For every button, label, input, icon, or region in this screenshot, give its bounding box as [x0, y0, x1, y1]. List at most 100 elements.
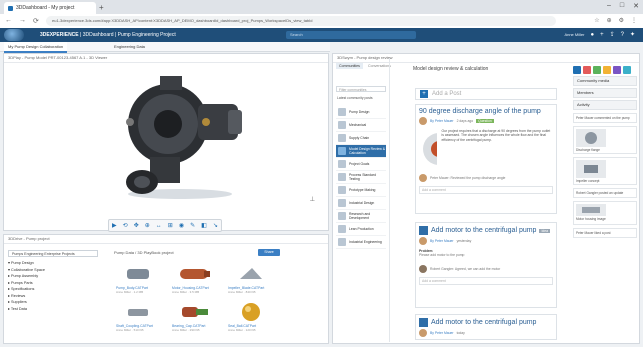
featured-label: Latest community posts	[337, 96, 373, 100]
community-item[interactable]: Industrial Design	[336, 197, 386, 210]
share-icon[interactable]: ⇪	[610, 31, 615, 38]
file-thumbnail[interactable]: Seal_Ball.CATPart Anne Miller · 120 KB	[228, 300, 274, 336]
settings-icon[interactable]: ⚙	[619, 17, 624, 24]
file-thumbnail[interactable]: Pump_Body.CATPart Anne Miller · 1.2 MB	[116, 262, 162, 298]
tab-communities[interactable]: Communities	[336, 63, 363, 69]
side-row-members[interactable]: Members	[573, 88, 637, 98]
post-card: Add motor to the centrifugal pump By Pet…	[415, 314, 557, 340]
pump-image[interactable]	[419, 129, 438, 169]
tab-title: 3DDashboard - My project	[16, 5, 75, 11]
media-card[interactable]: Impeller concept	[573, 157, 637, 185]
community-item[interactable]: Prototype Making	[336, 184, 386, 197]
post-title[interactable]: Add motor to the centrifugal pump	[431, 227, 536, 234]
comment-input[interactable]: Add a comment	[419, 277, 553, 285]
bookmark-star-icon[interactable]: ☆	[594, 17, 599, 24]
file-thumbnail[interactable]: Shaft_Coupling.CATPart Anne Miller · 510…	[116, 300, 162, 336]
community-item[interactable]: Project Goals	[336, 158, 386, 171]
explode-icon[interactable]: ↘	[213, 222, 218, 229]
new-tab-button[interactable]: +	[99, 3, 104, 12]
post-title[interactable]: 90 degree discharge angle of the pump	[419, 108, 553, 115]
media-card[interactable]: Discharge flange	[573, 126, 637, 154]
activity-card[interactable]: Peter Mauer commented on the pump	[573, 113, 637, 123]
zoom-icon[interactable]: ⊕	[145, 222, 150, 229]
side-row-media[interactable]: Community media	[573, 76, 637, 86]
user-name[interactable]: Anne Miller	[564, 32, 584, 37]
compass-icon[interactable]: ✦	[630, 31, 635, 38]
community-item[interactable]: Industrial Engineering	[336, 236, 386, 249]
color-swatches	[573, 66, 637, 74]
tab-pump-design[interactable]: My Pump Design Collaboration	[4, 42, 68, 53]
annotate-icon[interactable]: ✎	[190, 222, 195, 229]
swatch[interactable]	[593, 66, 601, 74]
brand-name: 3DEXPERIENCE	[40, 32, 79, 38]
rotate-icon[interactable]: ⟲	[123, 222, 128, 229]
activity-card[interactable]: Peter Mauer liked a post	[573, 228, 637, 238]
minimize-button[interactable]: –	[607, 2, 611, 10]
file-thumbnail[interactable]: Bearing_Cap.CATPart Anne Miller · 290 KB	[172, 300, 218, 336]
swatch[interactable]	[613, 66, 621, 74]
post-title[interactable]: Add motor to the centrifugal pump	[431, 319, 536, 326]
forward-icon[interactable]: →	[19, 17, 26, 25]
browser-tab[interactable]: 3DDashboard - My project	[4, 2, 96, 14]
post-author[interactable]: By Peter Mauer	[430, 239, 454, 243]
compass-logo[interactable]	[4, 29, 24, 41]
community-icon	[338, 186, 346, 194]
community-item[interactable]: Supply Chain	[336, 132, 386, 145]
community-item[interactable]: Lean Production	[336, 223, 386, 236]
app-search-input[interactable]: Search	[286, 31, 416, 39]
file-thumbnail[interactable]: Impeller_Blade.CATPart Anne Miller · 840…	[228, 262, 274, 298]
post-body: Please add motor to the pump	[419, 253, 465, 257]
bearing-cap-icon	[182, 307, 208, 317]
community-item[interactable]: Research and Development	[336, 210, 386, 223]
back-icon[interactable]: ←	[5, 17, 12, 25]
pan-icon[interactable]: ✥	[134, 222, 139, 229]
add-icon[interactable]: +	[600, 32, 604, 38]
view-icon[interactable]: ◧	[201, 222, 207, 229]
side-row-activity[interactable]: Activity	[573, 100, 637, 110]
avatar	[419, 237, 427, 245]
maximize-button[interactable]: □	[620, 2, 624, 10]
community-item-selected[interactable]: Model Design Review & Calculation	[336, 145, 386, 158]
close-button[interactable]: ✕	[633, 2, 639, 10]
community-item[interactable]: Mechanical	[336, 119, 386, 132]
sphere-icon	[242, 303, 260, 321]
community-item[interactable]: Process Standard Testing	[336, 171, 386, 184]
person-icon[interactable]: ●	[590, 32, 594, 38]
community-icon	[338, 160, 346, 168]
measure-icon[interactable]: ↔	[156, 223, 162, 229]
add-post-icon: +	[420, 90, 428, 98]
community-filter-input[interactable]: Filter communities	[336, 86, 386, 92]
file-thumbnail[interactable]: Motor_Housing.CATPart Anne Miller · 3.5 …	[172, 262, 218, 298]
swatch[interactable]	[603, 66, 611, 74]
play-icon[interactable]: ▶	[112, 222, 117, 229]
extension-icon[interactable]: ⊕	[607, 17, 612, 24]
community-item[interactable]: Pump Design	[336, 106, 386, 119]
section-icon[interactable]: ⊞	[168, 222, 173, 229]
swatch[interactable]	[583, 66, 591, 74]
media-card[interactable]: Motor housing image	[573, 201, 637, 225]
tree-item[interactable]: ▸ Test Data	[8, 306, 45, 313]
community-icon	[338, 147, 346, 155]
drive-search-input[interactable]: Pumps Engineering Enterprise Projects	[8, 250, 98, 257]
post-author[interactable]: By Peter Mauer	[430, 331, 454, 335]
file-meta: Anne Miller · 120 KB	[228, 328, 256, 332]
render-icon[interactable]: ◉	[179, 222, 184, 229]
pump-3d-model[interactable]	[110, 62, 250, 202]
new-post-input[interactable]: + Add a Post	[415, 88, 557, 100]
share-button[interactable]: Share	[258, 249, 280, 256]
menu-icon[interactable]: ⋮	[631, 17, 637, 24]
reload-icon[interactable]: ⟳	[33, 17, 39, 25]
orientation-compass-icon[interactable]: ⟂	[310, 196, 315, 204]
post-date: today	[456, 331, 465, 335]
tab-engineering-data[interactable]: Engineering Data	[110, 42, 149, 51]
url-field[interactable]: eu1-3dexperience.3ds.com/#app:X3DDASH_AP…	[46, 16, 556, 26]
post-author[interactable]: By Peter Mauer	[430, 119, 454, 123]
avatar	[419, 329, 427, 337]
comment-input[interactable]: Add a comment	[419, 186, 553, 194]
activity-card[interactable]: Robert Gangler posted an update	[573, 188, 637, 198]
post-date: yesterday	[456, 239, 472, 243]
help-icon[interactable]: ?	[621, 32, 624, 38]
swatch[interactable]	[623, 66, 631, 74]
community-icon	[338, 108, 346, 116]
swatch[interactable]	[573, 66, 581, 74]
